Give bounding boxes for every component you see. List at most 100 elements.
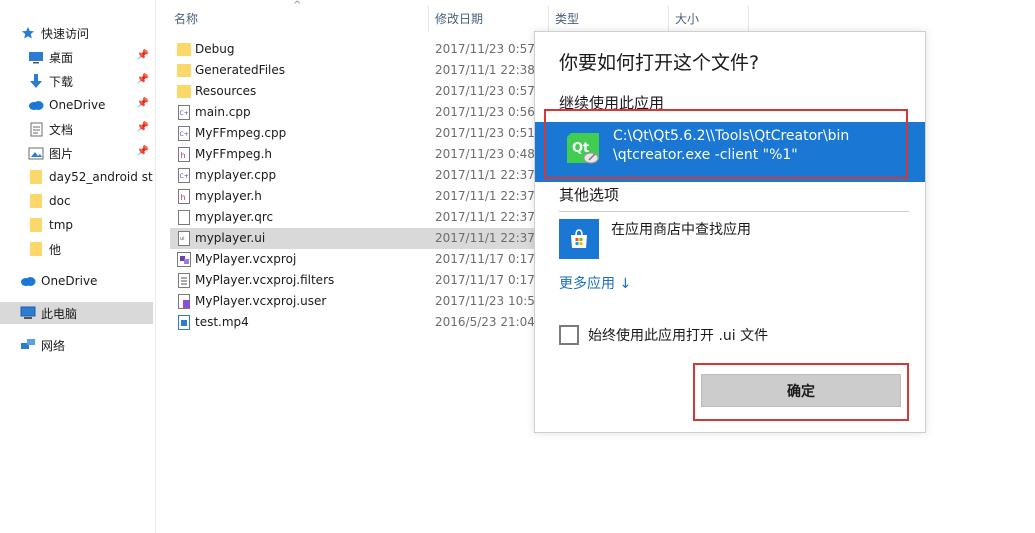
pin-icon[interactable]: 📌	[137, 146, 149, 157]
file-row[interactable]: C+ MyFFmpeg.cpp 2017/11/23 0:51	[170, 123, 550, 144]
column-divider[interactable]	[428, 6, 429, 32]
nav-item-label: OneDrive	[49, 98, 106, 112]
file-row[interactable]: GeneratedFiles 2017/11/1 22:38	[170, 60, 550, 81]
pin-icon[interactable]: 📌	[137, 122, 149, 133]
nav-item-network[interactable]: 网络	[20, 334, 153, 356]
download-icon	[28, 73, 44, 89]
file-name: MyPlayer.vcxproj	[195, 252, 297, 266]
cloud-icon	[28, 97, 44, 113]
file-date: 2016/5/23 21:04	[435, 315, 535, 329]
svg-text:C+: C+	[180, 110, 189, 117]
nav-item-label: 桌面	[49, 50, 74, 65]
column-divider[interactable]	[748, 6, 749, 32]
file-name: MyPlayer.vcxproj.filters	[195, 273, 335, 287]
file-row[interactable]: MyPlayer.vcxproj.user 2017/11/23 10:57	[170, 291, 550, 312]
nav-item-doc[interactable]: doc	[28, 190, 153, 212]
file-name: main.cpp	[195, 105, 251, 119]
nav-item-onedrive[interactable]: OneDrive	[20, 270, 153, 292]
file-row-selected[interactable]: ui myplayer.ui 2017/11/1 22:37	[170, 228, 550, 249]
file-date: 2017/11/17 0:17	[435, 273, 535, 287]
file-name: GeneratedFiles	[195, 63, 285, 77]
nav-item-tmp[interactable]: tmp	[28, 214, 153, 236]
file-date: 2017/11/1 22:37	[435, 231, 535, 245]
file-name: myplayer.h	[195, 189, 262, 203]
header-file-icon: h	[177, 147, 191, 162]
column-header-name[interactable]: 名称	[174, 6, 198, 32]
file-date: 2017/11/23 0:57	[435, 42, 535, 56]
always-use-checkbox[interactable]	[559, 325, 579, 345]
nav-item-label: OneDrive	[41, 274, 98, 288]
video-file-icon	[177, 315, 191, 330]
nav-item-onedrive-quick[interactable]: OneDrive 📌	[28, 94, 153, 116]
folder-icon	[28, 241, 44, 257]
file-row[interactable]: MyPlayer.vcxproj 2017/11/17 0:17	[170, 249, 550, 270]
folder-icon	[177, 84, 191, 99]
nav-item-label: 快速访问	[41, 26, 90, 41]
column-header-date[interactable]: 修改日期	[435, 6, 483, 32]
other-options-label: 其他选项	[559, 186, 620, 204]
blank-file-icon	[177, 210, 191, 225]
pin-icon[interactable]: 📌	[137, 50, 149, 61]
column-divider[interactable]	[668, 6, 669, 32]
file-row[interactable]: myplayer.qrc 2017/11/1 22:37	[170, 207, 550, 228]
nav-item-label: 文档	[49, 122, 74, 137]
svg-text:C+: C+	[180, 173, 189, 180]
nav-item-label: tmp	[49, 218, 74, 232]
nav-item-desktop[interactable]: 桌面 📌	[28, 46, 153, 68]
app-path: C:\Qt\Qt5.6.2\\Tools\QtCreator\bin \qtcr…	[613, 127, 913, 165]
store-option[interactable]: 在应用商店中查找应用	[559, 216, 909, 260]
nav-item-ta[interactable]: 他	[28, 238, 153, 260]
ok-button[interactable]: 确定	[701, 374, 901, 407]
nav-item-pictures[interactable]: 图片 📌	[28, 142, 153, 164]
nav-item-label: day52_android stu	[49, 170, 153, 184]
folder-icon	[28, 217, 44, 233]
column-header-type[interactable]: 类型	[555, 6, 579, 32]
desktop-icon	[28, 49, 44, 65]
file-name: test.mp4	[195, 315, 249, 329]
pin-icon[interactable]: 📌	[137, 74, 149, 85]
file-row[interactable]: Resources 2017/11/23 0:57	[170, 81, 550, 102]
star-icon	[20, 25, 36, 41]
file-row[interactable]: h myplayer.h 2017/11/1 22:37	[170, 186, 550, 207]
file-name: Debug	[195, 42, 235, 56]
header-file-icon: h	[177, 189, 191, 204]
file-row[interactable]: C+ main.cpp 2017/11/23 0:56	[170, 102, 550, 123]
column-divider[interactable]	[548, 6, 549, 32]
nav-item-documents[interactable]: 文档 📌	[28, 118, 153, 140]
svg-text:h: h	[181, 151, 186, 160]
file-name: myplayer.cpp	[195, 168, 277, 182]
svg-text:C+: C+	[180, 131, 189, 138]
app-option-qtcreator[interactable]: Qt C:\Qt\Qt5.6.2\\Tools\QtCreator\bin \q…	[535, 122, 925, 182]
file-row[interactable]: C+ myplayer.cpp 2017/11/1 22:37	[170, 165, 550, 186]
file-name: MyPlayer.vcxproj.user	[195, 294, 327, 308]
file-date: 2017/11/23 0:56	[435, 105, 535, 119]
file-date: 2017/11/17 0:17	[435, 252, 535, 266]
file-row[interactable]: test.mp4 2016/5/23 21:04	[170, 312, 550, 333]
file-date: 2017/11/1 22:37	[435, 210, 535, 224]
ui-file-icon: ui	[177, 231, 191, 246]
svg-text:h: h	[181, 193, 186, 202]
pin-icon[interactable]: 📌	[137, 98, 149, 109]
file-name: MyFFmpeg.h	[195, 147, 272, 161]
network-icon	[20, 337, 36, 353]
pane-divider[interactable]	[155, 0, 156, 533]
nav-item-label: doc	[49, 194, 71, 208]
dialog-title: 你要如何打开这个文件?	[559, 52, 760, 74]
svg-text:ui: ui	[180, 236, 185, 242]
file-row[interactable]: Debug 2017/11/23 0:57	[170, 39, 550, 60]
nav-item-day52[interactable]: day52_android stu	[28, 166, 153, 188]
nav-item-this-pc[interactable]: 此电脑	[0, 302, 153, 324]
nav-item-label: 他	[49, 242, 62, 257]
filters-file-icon	[177, 273, 191, 288]
folder-icon	[28, 193, 44, 209]
file-row[interactable]: h MyFFmpeg.h 2017/11/23 0:48	[170, 144, 550, 165]
nav-item-quick-access[interactable]: 快速访问	[20, 22, 153, 44]
column-header-size[interactable]: 大小	[675, 6, 699, 32]
continue-section-label: 继续使用此应用	[559, 94, 665, 112]
file-name: Resources	[195, 84, 257, 98]
nav-item-downloads[interactable]: 下载 📌	[28, 70, 153, 92]
nav-item-label: 此电脑	[41, 306, 78, 321]
divider	[559, 211, 909, 212]
file-row[interactable]: MyPlayer.vcxproj.filters 2017/11/17 0:17	[170, 270, 550, 291]
more-apps-link[interactable]: 更多应用 ↓	[559, 273, 631, 293]
